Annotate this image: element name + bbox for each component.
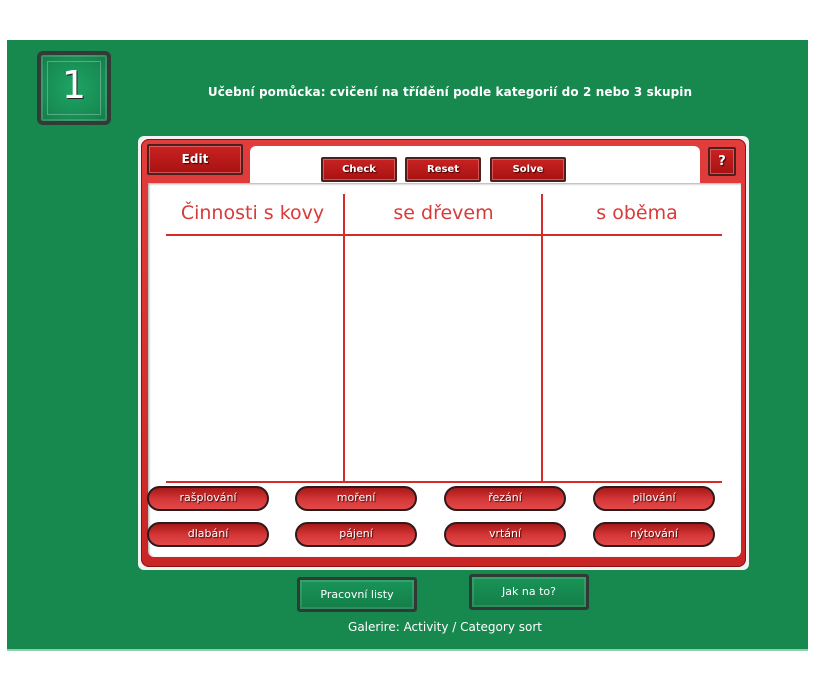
sort-card[interactable]: dlabání <box>147 522 269 547</box>
worksheets-button[interactable]: Pracovní listy <box>297 577 417 612</box>
bottom-divider <box>166 481 722 483</box>
category-heading-metals: Činnosti s kovy <box>180 202 325 224</box>
sort-card[interactable]: rašplování <box>147 486 269 511</box>
heading-divider <box>166 234 722 236</box>
category-heading-both: s oběma <box>596 202 678 224</box>
solve-button[interactable]: Solve <box>490 157 566 182</box>
sort-card[interactable]: pájení <box>295 522 417 547</box>
drop-zone-both[interactable] <box>544 237 721 480</box>
column-divider <box>541 194 543 483</box>
sort-card[interactable]: nýtování <box>593 522 715 547</box>
drop-zone-wood[interactable] <box>346 237 540 480</box>
sort-card[interactable]: vrtání <box>444 522 566 547</box>
how-to-button[interactable]: Jak na to? <box>469 574 589 610</box>
check-button[interactable]: Check <box>321 157 397 182</box>
column-divider <box>343 194 345 483</box>
slide-number-badge: 1 <box>37 51 111 125</box>
page-title: Učební pomůcka: cvičení na třídění podle… <box>207 85 693 99</box>
sort-card[interactable]: moření <box>295 486 417 511</box>
sort-card[interactable]: pilování <box>593 486 715 511</box>
edit-button[interactable]: Edit <box>147 144 243 175</box>
slide-number: 1 <box>61 63 87 107</box>
reset-button[interactable]: Reset <box>405 157 481 182</box>
footer-caption: Galerire: Activity / Category sort <box>348 620 542 634</box>
sort-card[interactable]: řezání <box>444 486 566 511</box>
help-button[interactable]: ? <box>708 147 736 176</box>
category-heading-wood: se dřevem <box>393 202 494 224</box>
drop-zone-metals[interactable] <box>166 237 342 480</box>
